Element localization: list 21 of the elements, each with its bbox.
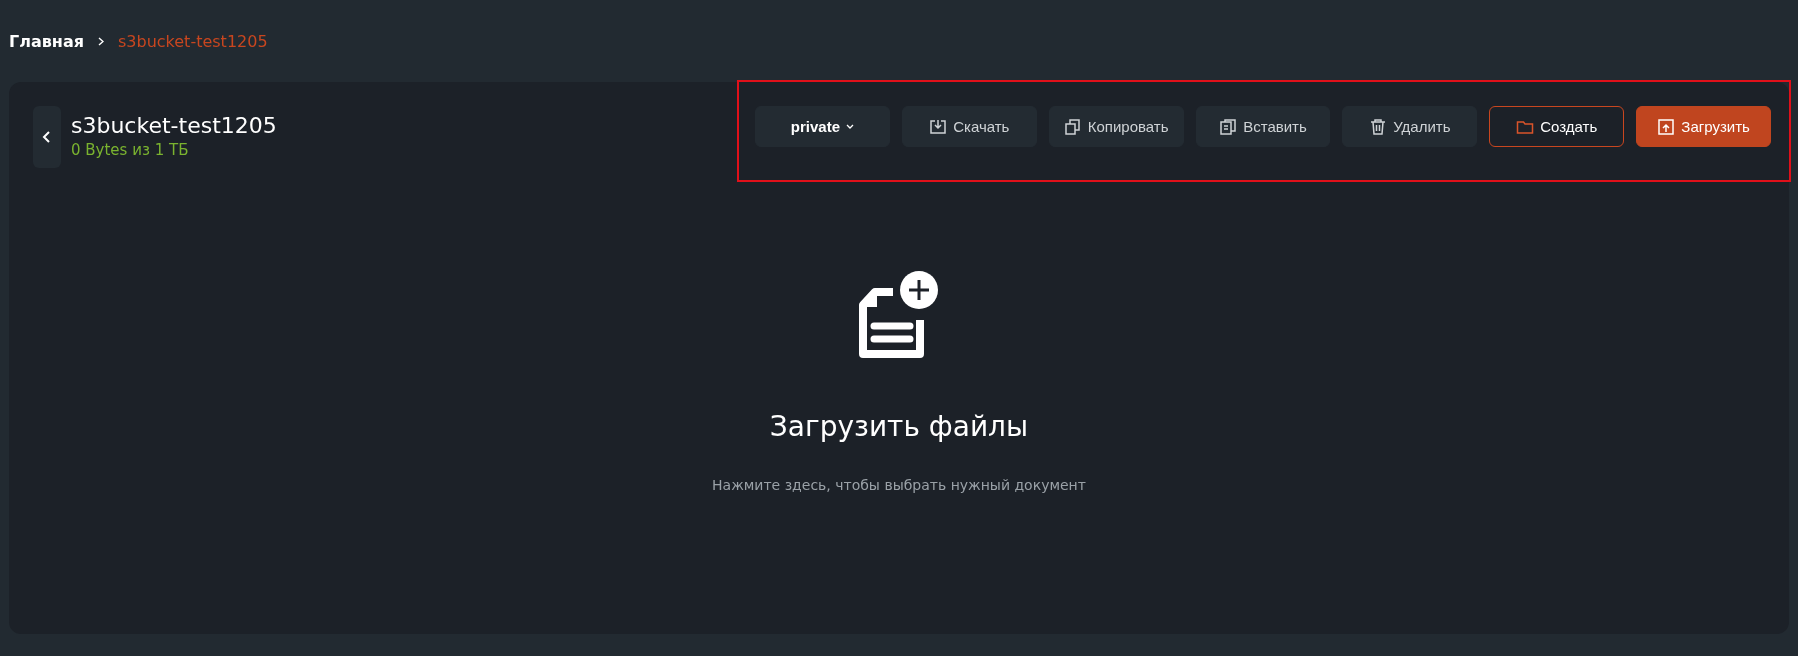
- toolbar-button[interactable]: Загрузить: [1636, 106, 1771, 147]
- trash-icon: [1369, 117, 1388, 136]
- storage-usage: 0 Bytes из 1 ТБ: [71, 140, 190, 160]
- back-button[interactable]: [33, 106, 61, 168]
- download-icon: [929, 117, 948, 136]
- upload-title: Загрузить файлы: [769, 410, 1029, 443]
- access-dropdown[interactable]: private: [755, 106, 890, 147]
- toolbar-button[interactable]: Удалить: [1342, 106, 1478, 147]
- upload-hint[interactable]: Нажмите здесь, чтобы выбрать нужный документ: [712, 477, 1086, 493]
- toolbar-button[interactable]: Вставить: [1195, 106, 1331, 147]
- chevron-right-icon: [97, 36, 104, 46]
- upload-icon: [1657, 117, 1676, 136]
- paste-icon: [1219, 117, 1238, 136]
- caret-icon: [846, 124, 855, 129]
- toolbar-button[interactable]: Копировать: [1048, 106, 1184, 147]
- bucket-title: s3bucket-test1205: [71, 112, 277, 140]
- breadcrumb-link[interactable]: Главная: [9, 31, 84, 51]
- toolbar-button[interactable]: Создать: [1489, 106, 1625, 147]
- chevron-left-icon: [42, 130, 52, 144]
- copy-icon: [1063, 117, 1082, 136]
- toolbar-button[interactable]: Скачать: [901, 106, 1037, 147]
